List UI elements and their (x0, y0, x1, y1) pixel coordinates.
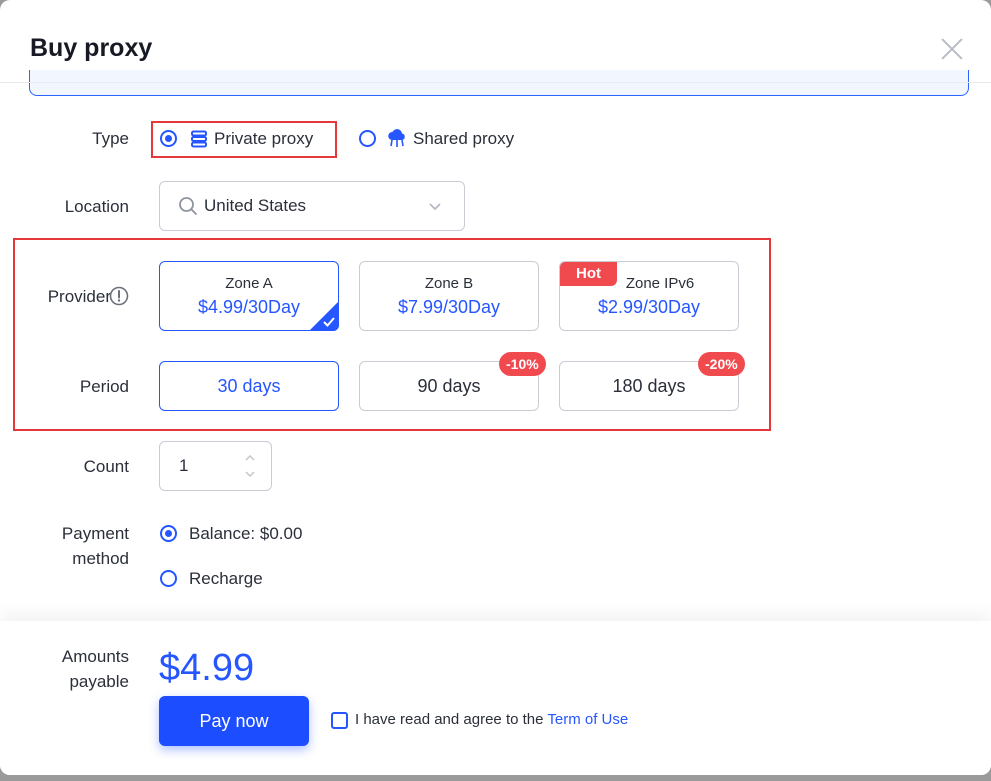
search-icon (179, 197, 197, 215)
payment-recharge-label: Recharge (189, 569, 263, 588)
type-private-label: Private proxy (214, 129, 314, 148)
server-icon (191, 130, 207, 148)
zone-price: $2.99/30Day (597, 297, 701, 317)
buy-proxy-dialog: Buy proxy Type Private proxy Shared prox… (0, 0, 991, 775)
provider-card-zone-b[interactable]: Zone B $7.99/30Day (359, 261, 539, 331)
dialog-title: Buy proxy (30, 34, 153, 62)
type-option-private[interactable]: Private proxy (160, 129, 330, 149)
provider-card-zone-ipv6[interactable]: Hot Zone IPv6 $2.99/30Day (559, 261, 739, 331)
agree-text: I have read and agree to the Term of Use (355, 711, 628, 728)
location-value: United States (204, 196, 307, 215)
header-divider (0, 82, 991, 83)
dialog-footer (0, 621, 991, 775)
count-value: 1 (179, 456, 189, 475)
type-label: Type (92, 129, 129, 148)
type-option-shared[interactable]: Shared proxy (359, 129, 529, 149)
selected-check-icon (309, 301, 339, 331)
zone-name: Zone B (424, 275, 474, 292)
payment-option-recharge[interactable]: Recharge (160, 569, 330, 589)
amount-label-line2: payable (69, 672, 129, 691)
discount-badge-90: -10% (499, 352, 546, 376)
amount-payable: $4.99 (159, 647, 255, 689)
close-icon[interactable] (938, 35, 966, 63)
zone-name: Zone IPv6 (625, 275, 695, 292)
discount-badge-180: -20% (698, 352, 745, 376)
pay-now-button[interactable]: Pay now (159, 696, 309, 746)
zone-price: $7.99/30Day (397, 297, 501, 317)
provider-label: Provider (47, 287, 111, 306)
payment-option-balance[interactable]: Balance: $0.00 (160, 524, 330, 544)
radio-private[interactable] (160, 130, 177, 147)
agree-label: I have read and agree to the (355, 711, 548, 728)
agree-checkbox[interactable] (331, 712, 348, 729)
chevron-down-icon (429, 203, 441, 211)
chevron-down-icon[interactable] (244, 470, 256, 479)
radio-shared[interactable] (359, 130, 376, 147)
payment-label-line2: method (72, 549, 129, 568)
provider-card-zone-a[interactable]: Zone A $4.99/30Day (159, 261, 339, 331)
payment-balance-label: Balance: $0.00 (189, 524, 303, 543)
chevron-up-icon[interactable] (244, 453, 256, 462)
period-label: Period (79, 377, 129, 396)
term-of-use-link[interactable]: Term of Use (547, 711, 628, 728)
info-box (29, 70, 969, 96)
radio-balance[interactable] (160, 525, 177, 542)
info-icon[interactable] (109, 286, 129, 306)
zone-name: Zone A (225, 275, 273, 292)
payment-label-line1: Payment (61, 524, 129, 543)
location-label: Location (64, 197, 129, 216)
radio-recharge[interactable] (160, 570, 177, 587)
count-label: Count (83, 457, 129, 476)
cloud-network-icon (388, 129, 405, 147)
location-select[interactable]: United States (159, 181, 465, 231)
period-option-30-days[interactable]: 30 days (159, 361, 339, 411)
count-stepper[interactable]: 1 (159, 441, 272, 491)
amount-label-line1: Amounts (61, 647, 129, 666)
type-shared-label: Shared proxy (413, 129, 515, 148)
